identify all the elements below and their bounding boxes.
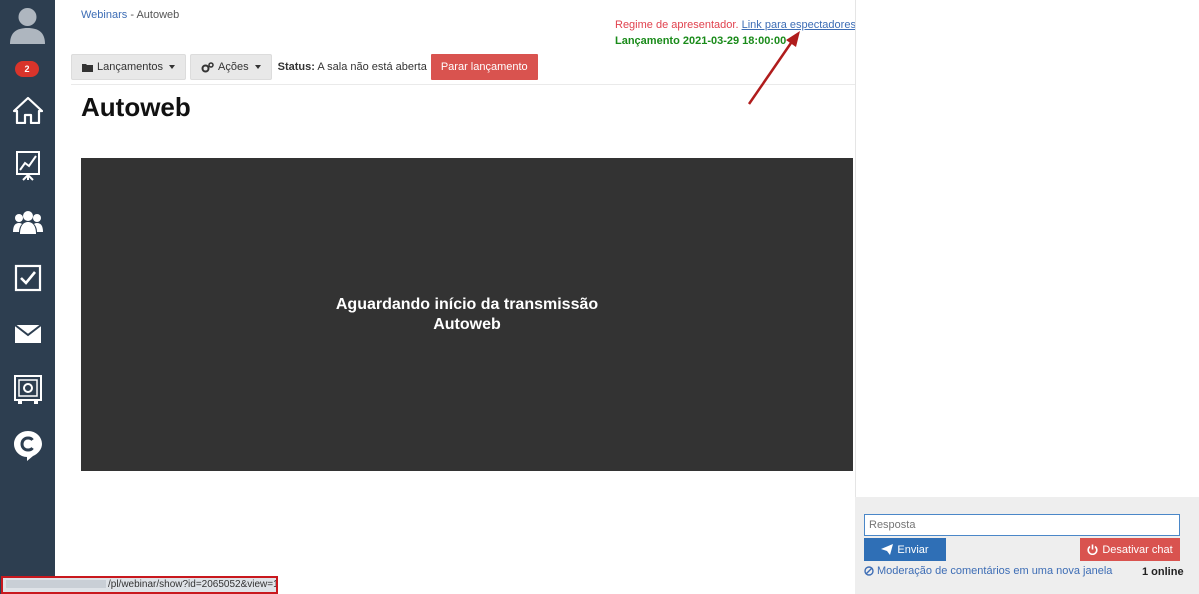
video-waiting-message: Aguardando início da transmissão — [335, 295, 599, 313]
status-value: A sala não está aberta — [317, 61, 427, 73]
checkbox-icon — [14, 264, 41, 292]
chevron-down-icon — [169, 65, 176, 69]
envelope-icon — [13, 324, 42, 343]
sidebar-item-safe[interactable] — [0, 362, 55, 418]
paper-plane-icon — [881, 544, 894, 555]
breadcrumb-webinars-link[interactable]: Webinars — [81, 9, 127, 21]
status-url-text: /pl/webinar/show?id=2065052&view=1 — [108, 579, 278, 590]
toolbar: Lançamentos Ações Status: A sala não est… — [71, 54, 538, 80]
disable-chat-label: Desativar chat — [1102, 543, 1173, 556]
c-logo-icon — [13, 431, 42, 461]
sidebar-item-home[interactable] — [0, 82, 55, 138]
send-label: Enviar — [897, 543, 929, 556]
moderation-link[interactable]: Moderação de comentários em uma nova jan… — [864, 565, 1112, 577]
actions-dropdown-button[interactable]: Ações — [190, 54, 272, 80]
viewers-link[interactable]: Link para espectadores — [742, 19, 856, 31]
moderation-link-label: Moderação de comentários em uma nova jan… — [877, 565, 1113, 577]
disable-chat-button[interactable]: Desativar chat — [1080, 538, 1180, 561]
notification-badge[interactable]: 2 — [15, 61, 39, 77]
folder-icon — [82, 63, 93, 72]
breadcrumb-current: Autoweb — [136, 9, 180, 21]
redacted-domain — [6, 580, 106, 589]
launch-datetime: Lançamento 2021-03-29 18:00:00 — [615, 35, 787, 47]
home-icon — [12, 96, 43, 124]
sidebar-item-tasks[interactable] — [0, 250, 55, 306]
sidebar: 2 — [0, 0, 55, 594]
sidebar-item-analytics[interactable] — [0, 138, 55, 194]
chart-board-icon — [15, 151, 40, 181]
breadcrumb: Webinars - Autoweb — [81, 9, 179, 21]
reply-input[interactable] — [864, 514, 1180, 536]
actions-label: Ações — [218, 61, 249, 73]
chevron-down-icon — [254, 65, 261, 69]
sidebar-item-messages[interactable] — [0, 306, 55, 362]
stop-launch-button[interactable]: Parar lançamento — [430, 54, 538, 80]
chat-panel: Enviar Desativar chat Moderação de comen… — [855, 497, 1199, 594]
main-content: Webinars - Autoweb Regime de apresentado… — [55, 0, 856, 594]
send-button[interactable]: Enviar — [864, 538, 946, 561]
room-status: Status: A sala não está aberta — [278, 61, 427, 73]
presenter-mode-text: Regime de apresentador. — [615, 19, 739, 31]
power-icon — [1087, 544, 1098, 555]
header-divider — [71, 84, 855, 85]
sidebar-item-chat-logo[interactable] — [0, 418, 55, 474]
sidebar-item-users[interactable] — [0, 194, 55, 250]
status-label: Status: — [277, 61, 315, 73]
safe-icon — [13, 375, 42, 404]
page-title: Autoweb — [81, 92, 191, 122]
user-avatar-icon — [10, 8, 45, 44]
page: 2 Webinars - Autoweb Regime de apresenta… — [0, 0, 1199, 594]
video-webinar-name: Autoweb — [433, 315, 501, 333]
avatar[interactable] — [9, 6, 46, 44]
online-count: 1 online — [1142, 566, 1184, 578]
ban-icon — [864, 566, 874, 576]
status-url: /pl/webinar/show?id=2065052&view=1 — [1, 576, 278, 594]
video-player[interactable]: Aguardando início da transmissão Autoweb — [81, 158, 853, 471]
presenter-mode: Regime de apresentador. Link para espect… — [615, 19, 856, 31]
launches-dropdown-button[interactable]: Lançamentos — [71, 54, 187, 80]
users-icon — [12, 211, 43, 234]
launches-label: Lançamentos — [97, 61, 164, 73]
panel-divider — [855, 0, 856, 497]
gears-icon — [201, 61, 214, 72]
